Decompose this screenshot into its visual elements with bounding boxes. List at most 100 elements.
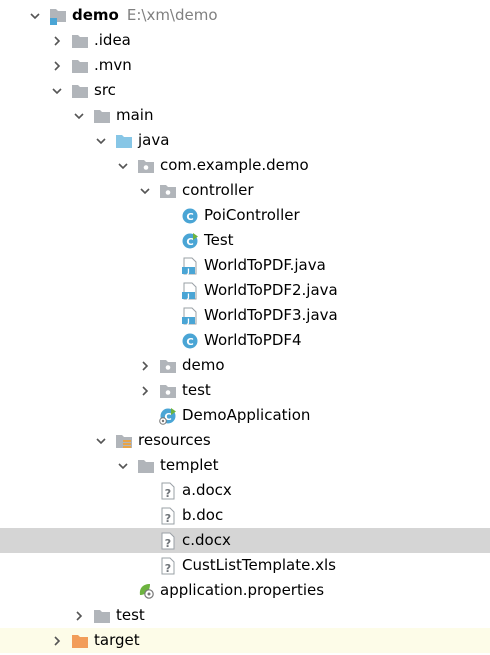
tree-row-demo[interactable]: demo	[0, 353, 490, 378]
tree-row-demoapplication[interactable]: C DemoApplication	[0, 403, 490, 428]
tree-row-worldtopdf-java[interactable]: J WorldToPDF.java	[0, 253, 490, 278]
project-tree: demo E:\xm\demo .idea .mvn src main java com.ex…	[0, 0, 490, 655]
tree-row-src[interactable]: src	[0, 78, 490, 103]
java-file-icon: J	[180, 256, 200, 276]
java-file-icon: J	[180, 306, 200, 326]
tree-row-a-docx[interactable]: ? a.docx	[0, 478, 490, 503]
arrow-spacer	[160, 303, 174, 328]
tree-row-label: templet	[160, 456, 219, 474]
unknown-file-icon: ?	[158, 506, 178, 526]
unknown-file-icon: ?	[158, 481, 178, 501]
chevron-down-icon[interactable]	[28, 3, 42, 28]
arrow-spacer	[116, 578, 130, 603]
svg-text:C: C	[186, 337, 193, 348]
tree-row-label: c.docx	[182, 531, 231, 549]
chevron-right-icon[interactable]	[72, 603, 86, 628]
java-file-icon: J	[180, 281, 200, 301]
tree-row-label: java	[138, 131, 170, 149]
chevron-down-icon[interactable]	[116, 453, 130, 478]
tree-row-label: DemoApplication	[182, 406, 311, 424]
project-path-hint: E:\xm\demo	[126, 6, 218, 24]
chevron-right-icon[interactable]	[50, 628, 64, 653]
tree-row-label: PoiController	[204, 206, 300, 224]
tree-row-controller[interactable]: controller	[0, 178, 490, 203]
svg-text:J: J	[186, 292, 189, 300]
tree-row-label: demo	[72, 6, 119, 24]
folder-icon	[70, 81, 90, 101]
svg-text:J: J	[186, 267, 189, 275]
tree-row-resources[interactable]: resources	[0, 428, 490, 453]
class-icon: C	[180, 206, 200, 226]
chevron-down-icon[interactable]	[94, 128, 108, 153]
svg-text:?: ?	[165, 487, 171, 500]
tree-row-label: WorldToPDF2.java	[204, 281, 338, 299]
tree-row-templet[interactable]: templet	[0, 453, 490, 478]
tree-row-label: demo	[182, 356, 225, 374]
tree-row-label: a.docx	[182, 481, 232, 499]
chevron-down-icon[interactable]	[138, 178, 152, 203]
unknown-file-icon: ?	[158, 556, 178, 576]
tree-row-label: test	[182, 381, 211, 399]
chevron-down-icon[interactable]	[50, 78, 64, 103]
tree-row-b-doc[interactable]: ? b.doc	[0, 503, 490, 528]
tree-row-java[interactable]: java	[0, 128, 490, 153]
tree-row-worldtopdf2-java[interactable]: J WorldToPDF2.java	[0, 278, 490, 303]
arrow-spacer	[160, 328, 174, 353]
svg-text:C: C	[186, 237, 193, 248]
arrow-spacer	[138, 528, 152, 553]
tree-row-c-docx[interactable]: ? c.docx	[0, 528, 490, 553]
tree-row-test[interactable]: C Test	[0, 228, 490, 253]
tree-row-poicontroller[interactable]: C PoiController	[0, 203, 490, 228]
spring-boot-class-icon: C	[158, 406, 178, 426]
svg-text:C: C	[186, 212, 193, 223]
tree-row-label: .idea	[94, 31, 131, 49]
tree-row-label: controller	[182, 181, 254, 199]
svg-text:?: ?	[165, 562, 171, 575]
chevron-right-icon[interactable]	[138, 353, 152, 378]
svg-text:J: J	[186, 317, 189, 325]
spring-properties-icon	[136, 581, 156, 601]
tree-row-com-example-demo[interactable]: com.example.demo	[0, 153, 490, 178]
tree-row-test[interactable]: test	[0, 603, 490, 628]
chevron-right-icon[interactable]	[50, 28, 64, 53]
chevron-right-icon[interactable]	[138, 378, 152, 403]
tree-row-worldtopdf4[interactable]: C WorldToPDF4	[0, 328, 490, 353]
folder-icon	[92, 606, 112, 626]
chevron-down-icon[interactable]	[116, 153, 130, 178]
resources-folder-icon	[114, 431, 134, 451]
tree-row-label: application.properties	[160, 581, 325, 599]
module-folder-icon	[48, 6, 68, 26]
arrow-spacer	[138, 478, 152, 503]
arrow-spacer	[138, 403, 152, 428]
tree-row-idea[interactable]: .idea	[0, 28, 490, 53]
tree-row-target[interactable]: target	[0, 628, 490, 653]
tree-row-label: .mvn	[94, 56, 132, 74]
tree-row-label: src	[94, 81, 116, 99]
tree-row-mvn[interactable]: .mvn	[0, 53, 490, 78]
arrow-spacer	[138, 503, 152, 528]
folder-icon	[70, 31, 90, 51]
tree-row-worldtopdf3-java[interactable]: J WorldToPDF3.java	[0, 303, 490, 328]
package-icon	[158, 181, 178, 201]
class-icon: C	[180, 331, 200, 351]
arrow-spacer	[160, 203, 174, 228]
chevron-right-icon[interactable]	[50, 53, 64, 78]
tree-row-label: b.doc	[182, 506, 224, 524]
tree-row-custlisttemplate-xls[interactable]: ? CustListTemplate.xls	[0, 553, 490, 578]
svg-text:?: ?	[165, 512, 171, 525]
tree-row-label: WorldToPDF4	[204, 331, 302, 349]
package-icon	[136, 156, 156, 176]
arrow-spacer	[160, 253, 174, 278]
tree-row-application-properties[interactable]: application.properties	[0, 578, 490, 603]
tree-row-main[interactable]: main	[0, 103, 490, 128]
svg-text:?: ?	[165, 537, 171, 550]
arrow-spacer	[160, 278, 174, 303]
chevron-down-icon[interactable]	[94, 428, 108, 453]
tree-row-label: target	[94, 631, 140, 649]
chevron-down-icon[interactable]	[72, 103, 86, 128]
folder-icon	[92, 106, 112, 126]
arrow-spacer	[160, 228, 174, 253]
tree-row-test[interactable]: test	[0, 378, 490, 403]
tree-row-demo[interactable]: demo E:\xm\demo	[0, 3, 490, 28]
tree-row-label: test	[116, 606, 145, 624]
